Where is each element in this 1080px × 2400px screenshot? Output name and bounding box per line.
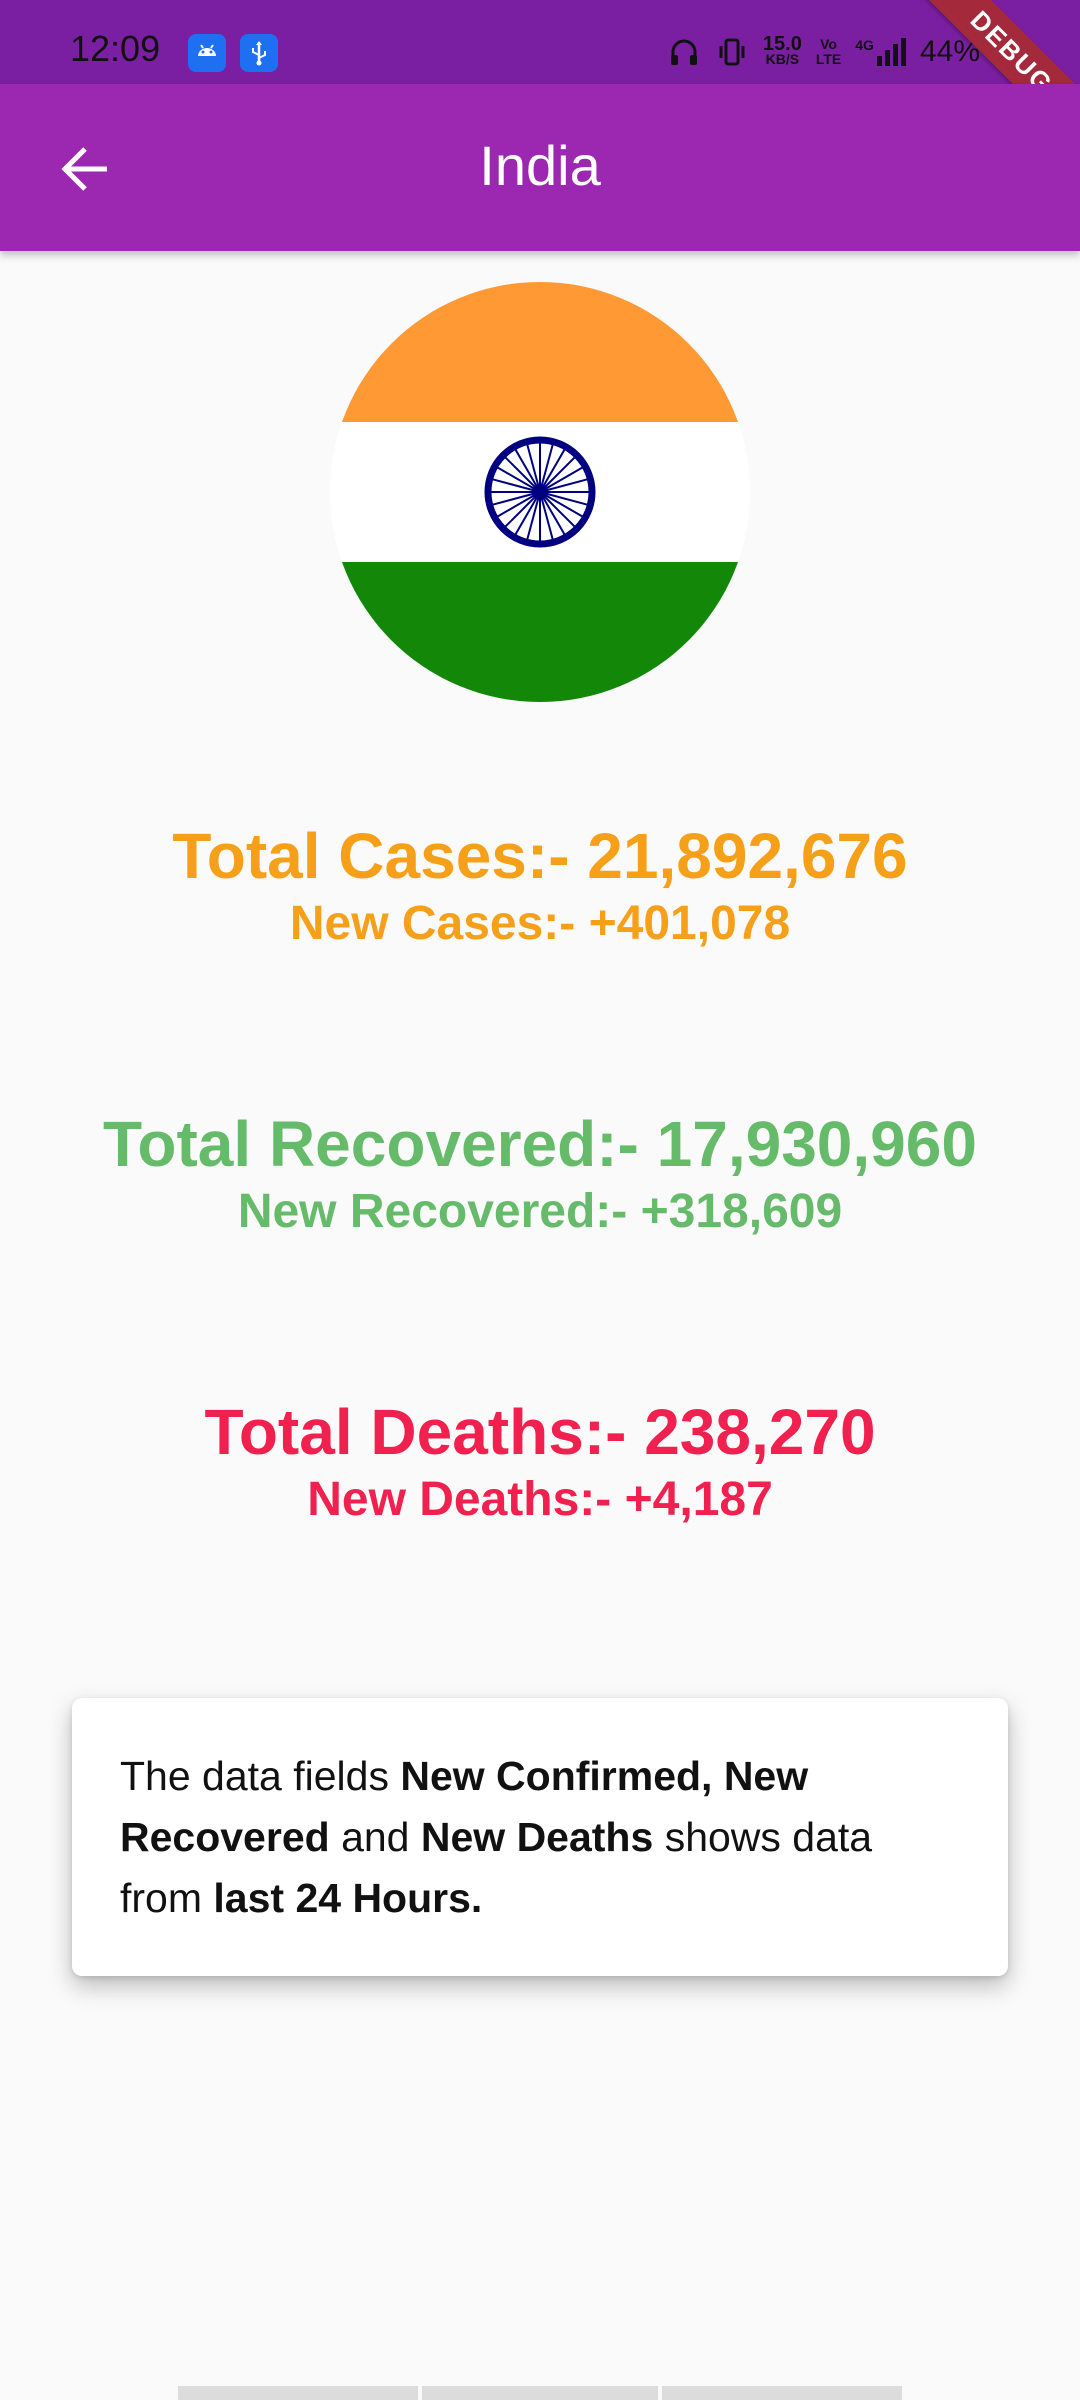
info-text: The data fields New Confirmed, New Recov… [120,1746,960,1929]
volte-top: Vo [820,36,837,52]
nav-handle [178,2386,418,2400]
network-speed: 15.0 KB/S [762,33,802,67]
total-deaths: Total Deaths:- 238,270 [0,1394,1080,1470]
new-recovered-label: New Recovered:- [237,1185,628,1238]
new-cases-value: +401,078 [588,897,791,950]
info-text-bold: New Deaths [420,1814,654,1860]
usb-icon [240,34,278,72]
total-recovered-value: 17,930,960 [656,1108,977,1180]
flag-saffron-band [330,282,750,422]
total-cases-label: Total Cases:- [172,820,570,892]
new-deaths-value: +4,187 [624,1473,773,1526]
status-icons: 15.0 KB/S Vo LTE 4G 44% [667,30,980,74]
country-flag [330,282,750,702]
total-deaths-label: Total Deaths:- [204,1396,627,1468]
info-text-part: and [329,1814,421,1860]
total-cases-value: 21,892,676 [587,820,908,892]
deaths-stats: Total Deaths:- 238,270 New Deaths:- +4,1… [0,1394,1080,1530]
signal-icon: 4G [855,38,906,66]
cases-stats: Total Cases:- 21,892,676 New Cases:- +40… [0,818,1080,954]
headphones-icon [670,39,697,65]
android-icon [188,34,226,72]
nav-handle [422,2386,658,2400]
status-bar: 12:09 15.0 KB/S Vo LTE 4G 44% [0,0,1080,84]
app-bar: India [0,84,1080,251]
info-text-bold: last 24 Hours. [213,1875,483,1921]
volte-bottom: LTE [815,51,842,67]
info-card: The data fields New Confirmed, New Recov… [72,1698,1008,1976]
total-deaths-value: 238,270 [644,1396,876,1468]
network-speed-value: 15.0 [762,33,802,55]
info-text-part: The data fields [120,1753,401,1799]
recovered-stats: Total Recovered:- 17,930,960 New Recover… [0,1106,1080,1242]
total-cases: Total Cases:- 21,892,676 [0,818,1080,894]
page-title: India [479,134,601,197]
network-type: 4G [855,37,874,53]
flag-green-band [330,562,750,702]
new-cases: New Cases:- +401,078 [0,894,1080,954]
ashoka-chakra-icon [484,436,596,548]
total-recovered: Total Recovered:- 17,930,960 [0,1106,1080,1182]
new-cases-label: New Cases:- [289,897,576,950]
status-time: 12:09 [70,28,161,69]
total-recovered-label: Total Recovered:- [103,1108,639,1180]
vibrate-icon [719,38,745,66]
new-deaths-label: New Deaths:- [307,1473,612,1526]
new-recovered-value: +318,609 [640,1185,843,1238]
new-recovered: New Recovered:- +318,609 [0,1182,1080,1242]
network-speed-unit: KB/S [765,51,800,67]
volte-indicator: Vo LTE [816,37,841,67]
nav-handle [662,2386,902,2400]
new-deaths: New Deaths:- +4,187 [0,1470,1080,1530]
